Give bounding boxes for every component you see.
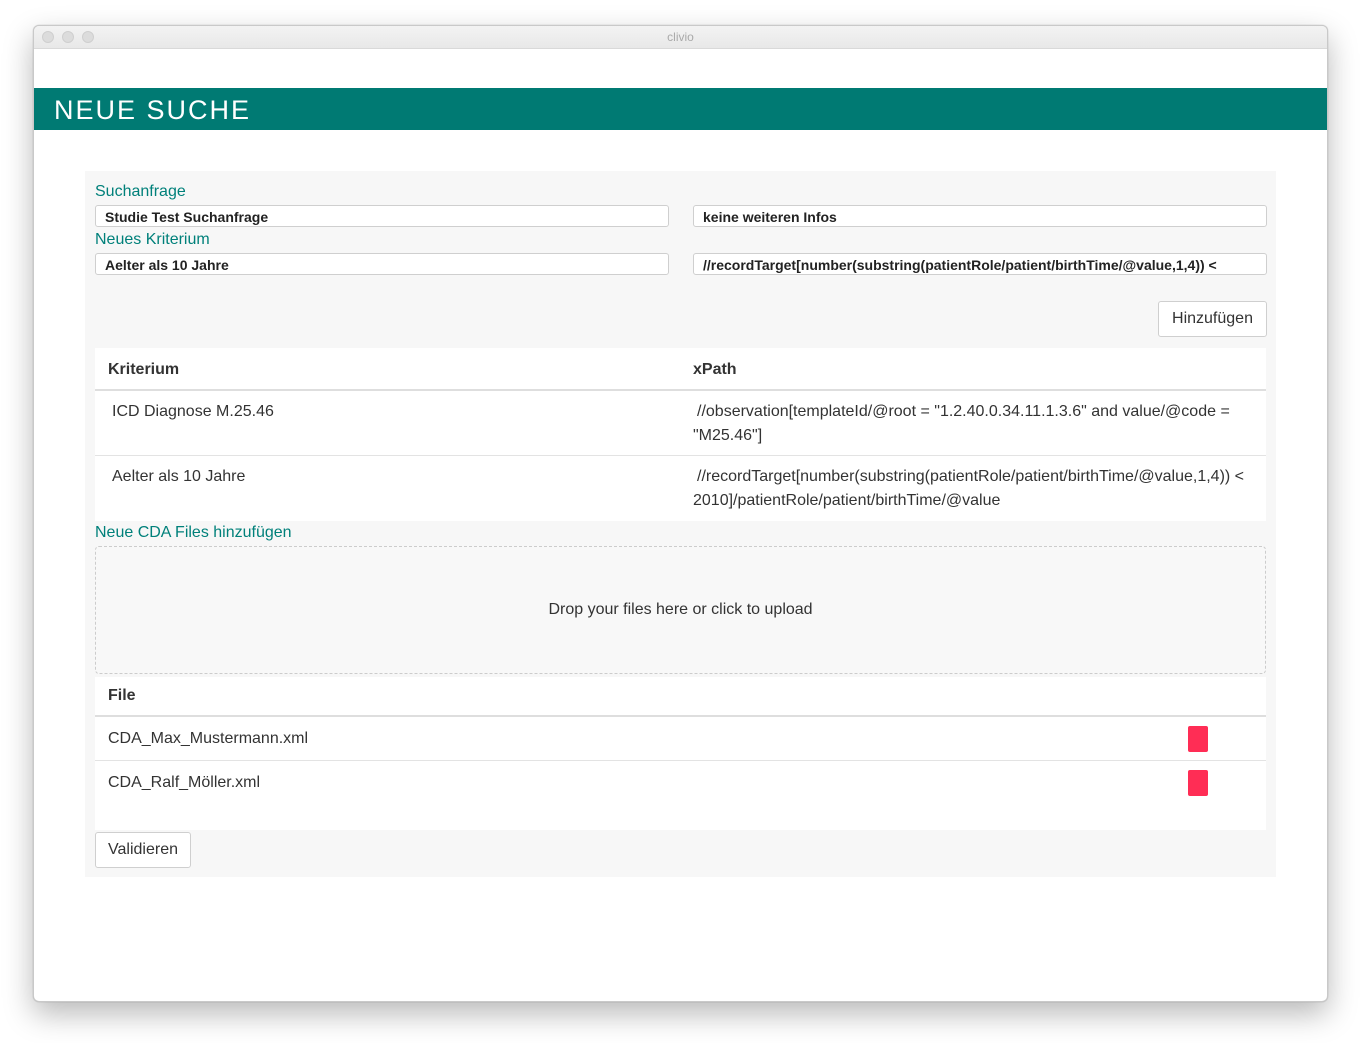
column-header-xpath: xPath (693, 361, 737, 378)
query-info-input[interactable]: keine weiteren Infos (693, 205, 1267, 227)
window-title: clivio (667, 30, 694, 44)
page-title: NEUE SUCHE (54, 95, 252, 125)
query-label: Suchanfrage (95, 183, 186, 200)
criterion-name-cell: Aelter als 10 Jahre (112, 468, 246, 485)
criterion-name-input[interactable]: Aelter als 10 Jahre (95, 253, 669, 275)
title-bar: clivio (34, 26, 1327, 49)
xpath-line: //observation[templateId/@root = "1.2.40… (697, 403, 1230, 420)
cda-files-label: Neue CDA Files hinzufügen (95, 524, 292, 541)
table-row-divider (95, 455, 1266, 456)
query-name-input[interactable]: Studie Test Suchanfrage (95, 205, 669, 227)
page-header: NEUE SUCHE (34, 88, 1327, 130)
search-panel: Suchanfrage Studie Test Suchanfrage kein… (85, 171, 1276, 877)
validate-button[interactable]: Validieren (95, 832, 191, 868)
app-window: clivio NEUE SUCHE Suchanfrage Studie Tes… (33, 25, 1328, 1002)
table-header-divider (95, 389, 1266, 391)
xpath-line: "M25.46"] (693, 427, 763, 444)
file-name-cell: CDA_Ralf_Möller.xml (108, 774, 261, 791)
files-table: File CDA_Max_Mustermann.xml CDA_Ralf_Möl… (95, 677, 1266, 830)
xpath-line: 2010]/patientRole/patient/birthTime/@val… (693, 492, 1001, 509)
delete-file-button[interactable] (1188, 770, 1208, 796)
criterion-xpath-cell: //recordTarget[number(substring(patientR… (693, 465, 1263, 513)
column-header-kriterium: Kriterium (108, 361, 180, 378)
criterion-xpath-cell: //observation[templateId/@root = "1.2.40… (693, 400, 1263, 448)
add-criterion-button[interactable]: Hinzufügen (1158, 301, 1267, 337)
file-dropzone[interactable]: Drop your files here or click to upload (95, 546, 1266, 674)
delete-file-button[interactable] (1188, 726, 1208, 752)
column-header-file: File (108, 687, 136, 704)
table-row-divider (95, 760, 1266, 761)
new-criterion-label: Neues Kriterium (95, 231, 210, 248)
file-name-cell: CDA_Max_Mustermann.xml (108, 730, 309, 747)
criteria-table: Kriterium xPath ICD Diagnose M.25.46 //o… (95, 348, 1266, 521)
criterion-name-cell: ICD Diagnose M.25.46 (112, 403, 274, 420)
xpath-line: //recordTarget[number(substring(patientR… (697, 468, 1245, 485)
table-header-divider (95, 715, 1266, 717)
criterion-xpath-input[interactable]: //recordTarget[number(substring(patientR… (693, 253, 1267, 275)
